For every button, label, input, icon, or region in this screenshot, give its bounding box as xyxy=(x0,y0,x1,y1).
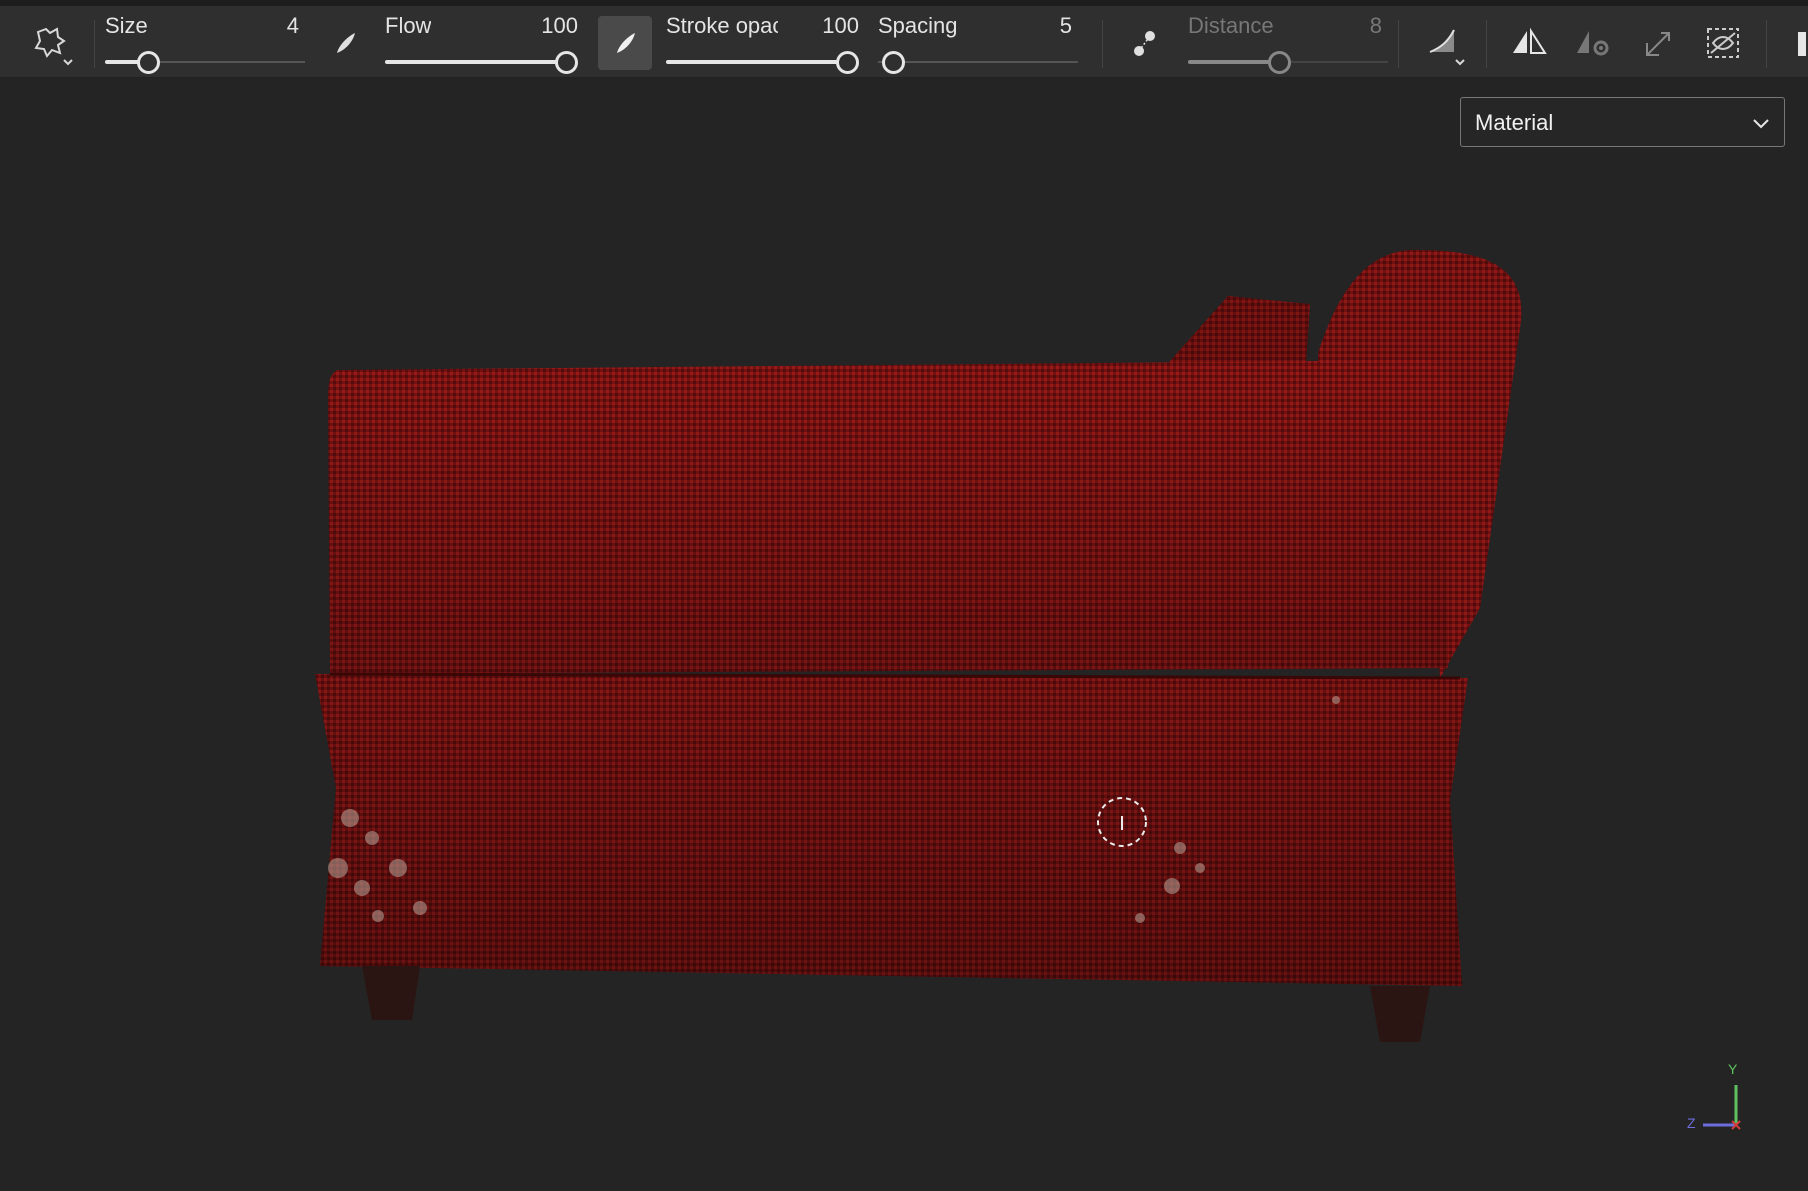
symmetry-button[interactable] xyxy=(1502,16,1556,70)
axis-z-label: Z xyxy=(1687,1115,1696,1131)
spacing-knob[interactable] xyxy=(882,51,905,74)
symmetry-settings-button[interactable] xyxy=(1566,16,1620,70)
flow-value: 100 xyxy=(541,13,578,38)
spacing-track xyxy=(878,61,1078,63)
separator xyxy=(1102,20,1103,68)
brush-toolbar: Size 4 Flow 100 Stroke opac 100 Spacing … xyxy=(0,0,1808,78)
size-label: Size xyxy=(105,13,148,38)
distance-knob[interactable] xyxy=(1268,51,1291,74)
alpha-stamp-icon xyxy=(34,27,73,66)
axis-y-label: Y xyxy=(1728,1061,1738,1077)
flow-fill xyxy=(385,60,557,64)
spacing-slider[interactable]: Spacing 5 xyxy=(878,6,1078,78)
sofa-leg xyxy=(1370,986,1430,1042)
distance-fill xyxy=(1188,60,1270,64)
stroke-opacity-slider[interactable]: Stroke opac 100 xyxy=(666,6,861,78)
symmetry-icon xyxy=(1513,27,1547,54)
flow-slider[interactable]: Flow 100 xyxy=(385,6,580,78)
sofa-leg xyxy=(362,966,420,1020)
distance-value: 8 xyxy=(1369,13,1382,38)
3d-viewport[interactable] xyxy=(0,78,1808,1186)
spacing-value: 5 xyxy=(1059,13,1072,38)
size-knob[interactable] xyxy=(137,51,160,74)
stroke-opacity-fill xyxy=(666,60,838,64)
spacing-label: Spacing xyxy=(878,13,958,38)
distance-label: Distance xyxy=(1188,13,1274,38)
separator xyxy=(1766,20,1767,68)
transform-icon xyxy=(1646,32,1670,56)
size-fill xyxy=(105,60,139,64)
size-value: 4 xyxy=(286,13,299,38)
brush-active-button[interactable] xyxy=(598,16,652,70)
pressure-curve-button[interactable] xyxy=(1418,16,1472,70)
brush-tip-button[interactable] xyxy=(318,16,372,70)
separator xyxy=(1398,20,1399,68)
distance-slider[interactable]: Distance 8 xyxy=(1188,6,1388,78)
render-mode-dropdown[interactable]: Material xyxy=(1460,97,1785,147)
flow-knob[interactable] xyxy=(555,51,578,74)
lazy-mouse-icon xyxy=(1134,31,1155,56)
stroke-opacity-value: 100 xyxy=(822,13,859,38)
stroke-opacity-knob[interactable] xyxy=(836,51,859,74)
chevron-down-icon xyxy=(1753,119,1769,129)
separator xyxy=(94,20,95,68)
axis-gizmo[interactable]: Y Z xyxy=(1665,1055,1745,1135)
hide-selection-button[interactable] xyxy=(1696,16,1750,70)
brush-tip-icon xyxy=(337,33,355,53)
render-mode-value: Material xyxy=(1475,110,1554,135)
brush-active-icon xyxy=(617,33,635,53)
lazy-mouse-button[interactable] xyxy=(1118,16,1172,70)
transform-button[interactable] xyxy=(1632,16,1686,70)
hide-selection-icon xyxy=(1707,28,1739,58)
flow-label: Flow xyxy=(385,13,432,38)
sofa-model xyxy=(315,249,1522,1042)
pressure-curve-icon xyxy=(1429,29,1465,66)
toolbar-overflow-handle[interactable] xyxy=(1798,32,1806,56)
symmetry-settings-icon xyxy=(1577,31,1609,56)
separator xyxy=(1486,20,1487,68)
stroke-opacity-label: Stroke opac xyxy=(666,13,778,38)
alpha-stamp-button[interactable] xyxy=(24,16,78,70)
size-slider[interactable]: Size 4 xyxy=(105,6,305,78)
